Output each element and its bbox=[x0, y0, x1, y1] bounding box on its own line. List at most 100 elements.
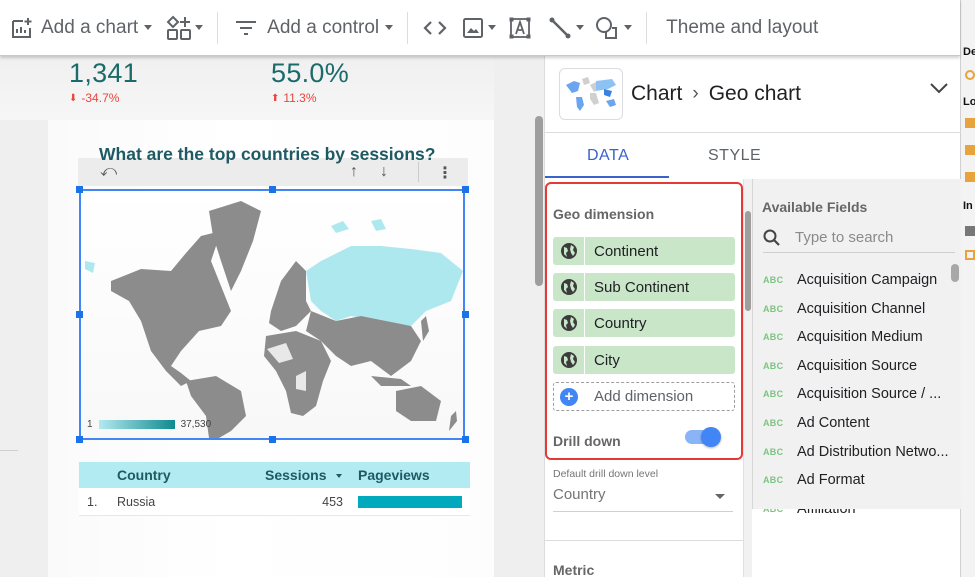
globe-icon bbox=[553, 237, 585, 265]
field-item[interactable]: ABC Acquisition Medium bbox=[763, 326, 923, 348]
add-chart-button[interactable]: Add a chart bbox=[10, 8, 153, 48]
dimension-chip-city[interactable]: City bbox=[553, 346, 735, 374]
image-button[interactable] bbox=[462, 8, 497, 48]
add-control-button[interactable]: Add a control bbox=[234, 8, 394, 48]
theme-and-layout-button[interactable]: Theme and layout bbox=[666, 8, 818, 48]
legend-gradient bbox=[98, 420, 175, 429]
drill-down-toggle[interactable] bbox=[685, 427, 721, 447]
column-header-pageviews[interactable]: Pageviews bbox=[358, 467, 430, 483]
breadcrumb-root[interactable]: Chart bbox=[631, 82, 682, 106]
resize-handle[interactable] bbox=[269, 186, 276, 193]
resize-handle[interactable] bbox=[462, 436, 469, 443]
chevron-down-icon[interactable] bbox=[929, 82, 949, 94]
field-item[interactable]: ABC Acquisition Channel bbox=[763, 298, 925, 320]
resize-handle[interactable] bbox=[76, 186, 83, 193]
resize-handle[interactable] bbox=[269, 436, 276, 443]
shape-button[interactable] bbox=[594, 8, 633, 48]
shape-icon bbox=[596, 16, 618, 39]
strip-icon[interactable] bbox=[965, 145, 975, 155]
chevron-right-icon: › bbox=[692, 83, 699, 104]
column-header-sessions[interactable]: Sessions bbox=[265, 467, 343, 483]
text-type-icon: ABC bbox=[763, 303, 784, 314]
properties-panel: Chart › Geo chart DATA STYLE Geo dimensi… bbox=[544, 56, 962, 577]
row-index: 1. bbox=[87, 494, 98, 509]
resize-handle[interactable] bbox=[76, 311, 83, 318]
field-list-scrollbar[interactable] bbox=[951, 264, 959, 282]
add-dimension-label: Add dimension bbox=[594, 388, 694, 405]
field-search-input[interactable]: Type to search bbox=[763, 223, 955, 253]
add-component-icon bbox=[166, 15, 192, 40]
scorecard-rate[interactable]: 55.0% ⬆ 11.3% bbox=[271, 58, 349, 105]
tab-data[interactable]: DATA bbox=[587, 147, 629, 165]
strip-label: De bbox=[963, 46, 975, 58]
metric-title: Metric bbox=[553, 562, 595, 577]
globe-icon bbox=[553, 346, 585, 374]
world-map bbox=[85, 201, 463, 438]
code-embed-icon bbox=[423, 20, 447, 35]
field-item[interactable]: ABC Ad Distribution Netwo... bbox=[763, 441, 949, 463]
strip-icon[interactable] bbox=[965, 250, 975, 260]
scorecard-sessions[interactable]: 1,341 ⬇ -34.7% bbox=[69, 58, 138, 105]
geo-chart[interactable]: 1 37,530 bbox=[79, 189, 465, 440]
scorecard-value: 55.0% bbox=[271, 58, 350, 88]
default-drill-select[interactable]: Country bbox=[553, 484, 733, 512]
resize-handle[interactable] bbox=[462, 311, 469, 318]
field-item[interactable]: ABC Ad Format bbox=[763, 469, 865, 491]
field-item[interactable]: ABC Acquisition Campaign bbox=[763, 269, 937, 291]
tab-style[interactable]: STYLE bbox=[708, 147, 761, 165]
field-name: Acquisition Campaign bbox=[797, 272, 938, 288]
add-chart-icon bbox=[12, 17, 32, 38]
dropdown-arrow-icon bbox=[715, 494, 725, 499]
add-dimension-button[interactable]: + Add dimension bbox=[553, 382, 735, 411]
filter-icon bbox=[236, 20, 257, 35]
map-region-new-zealand bbox=[449, 411, 457, 431]
search-icon bbox=[763, 229, 780, 246]
chevron-down-icon bbox=[488, 25, 497, 30]
map-region-alaska-islands bbox=[85, 261, 95, 273]
canvas-scrollbar[interactable] bbox=[535, 116, 543, 286]
dimension-chip-country[interactable]: Country bbox=[553, 309, 735, 337]
scorecard-row: 1,341 ⬇ -34.7% 55.0% ⬆ 11.3% bbox=[0, 56, 494, 120]
chevron-down-icon bbox=[576, 25, 585, 30]
dimension-chip-sub-continent[interactable]: Sub Continent bbox=[553, 273, 735, 301]
map-region-europe bbox=[269, 261, 311, 331]
field-name: Acquisition Channel bbox=[797, 300, 926, 317]
strip-icon[interactable] bbox=[965, 70, 975, 80]
chart-title: What are the top countries by sessions? bbox=[99, 144, 436, 164]
panel-tabs: DATA STYLE bbox=[545, 133, 961, 179]
field-item[interactable]: ABC Acquisition Source / ... bbox=[763, 383, 941, 405]
color-legend: 1 37,530 bbox=[87, 419, 211, 430]
scorecard-delta: ⬇ -34.7% bbox=[69, 91, 138, 105]
scorecard-value: 1,341 bbox=[69, 58, 139, 88]
arrow-up-icon[interactable]: ↑ bbox=[350, 163, 358, 181]
add-component-button[interactable] bbox=[166, 8, 204, 48]
map-region-indonesia bbox=[371, 376, 411, 386]
data-table: Country Sessions Pageviews 1. Russia 453 bbox=[79, 462, 470, 516]
resize-handle[interactable] bbox=[462, 186, 469, 193]
strip-icon[interactable] bbox=[965, 172, 975, 182]
image-icon bbox=[463, 17, 484, 38]
dimension-chip-continent[interactable]: Continent bbox=[553, 237, 735, 265]
field-item[interactable]: ABC Acquisition Source bbox=[763, 355, 917, 377]
undo-icon[interactable]: ⤺ bbox=[100, 163, 117, 181]
strip-icon[interactable] bbox=[965, 226, 975, 236]
theme-and-layout-label: Theme and layout bbox=[666, 16, 819, 38]
add-control-label: Add a control bbox=[267, 16, 380, 38]
resize-handle[interactable] bbox=[76, 436, 83, 443]
dimension-label: Continent bbox=[594, 242, 659, 260]
available-fields-column: Available Fields Type to search ABC Acqui… bbox=[752, 179, 962, 517]
chart-type-thumbnail[interactable] bbox=[559, 68, 623, 120]
arrow-down-icon[interactable]: ↓ bbox=[380, 163, 388, 181]
map-region-russia-islands bbox=[331, 219, 386, 233]
table-row[interactable]: 1. Russia 453 bbox=[79, 488, 470, 516]
field-item[interactable]: ABC Ad Content bbox=[763, 412, 870, 434]
data-column-scrollbar[interactable] bbox=[745, 211, 751, 311]
embed-code-button[interactable] bbox=[422, 8, 448, 48]
column-header-country[interactable]: Country bbox=[117, 467, 171, 483]
line-button[interactable] bbox=[548, 8, 585, 48]
text-box-button[interactable] bbox=[508, 8, 532, 48]
field-name: Acquisition Source / ... bbox=[797, 386, 942, 403]
more-vert-icon[interactable]: ⋮ bbox=[437, 163, 453, 183]
field-name: Acquisition Source bbox=[797, 357, 918, 374]
strip-icon[interactable] bbox=[965, 118, 975, 128]
